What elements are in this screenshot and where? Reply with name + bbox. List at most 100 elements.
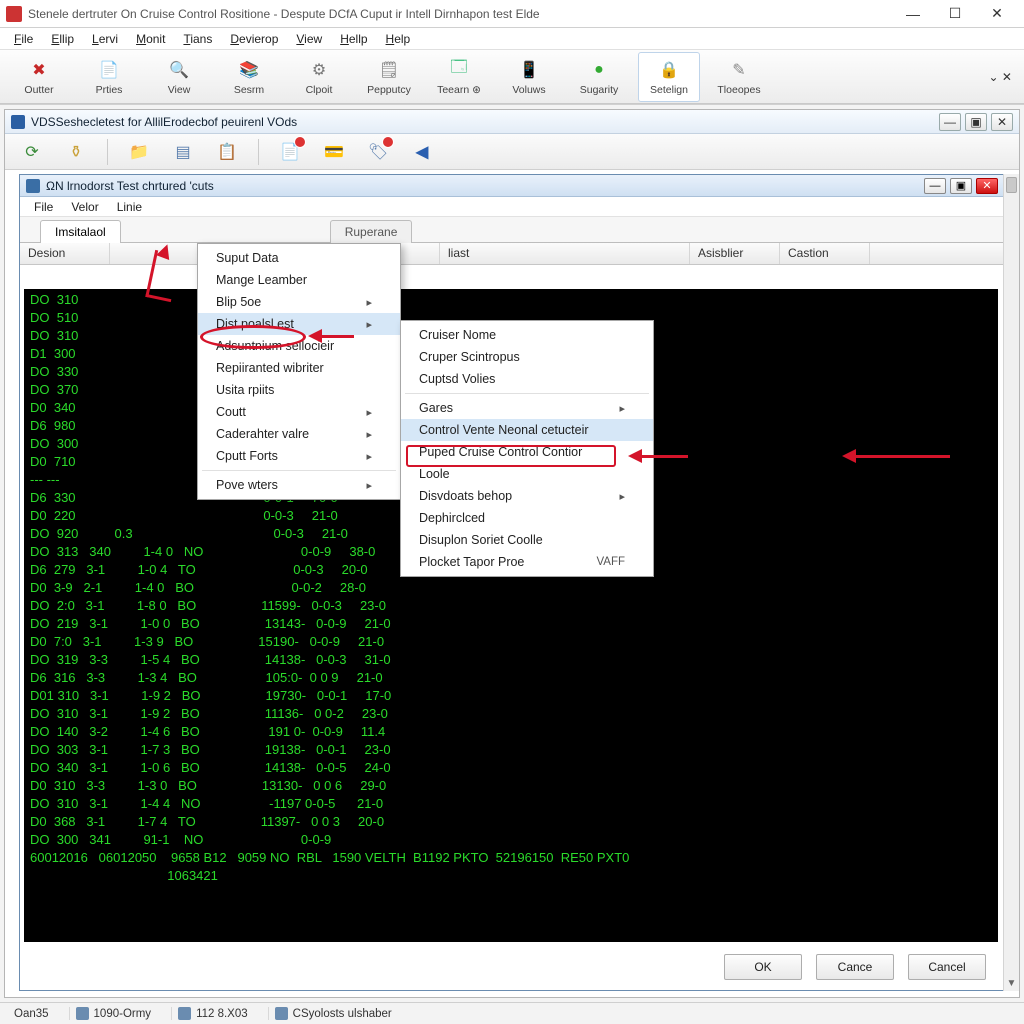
terminal-row: DO 310 3-1 1-9 2 BO 11136- 0 0-2 23-0: [30, 705, 992, 723]
teearn-icon: 🗔: [447, 58, 471, 82]
cancel-button[interactable]: Cance: [816, 954, 894, 980]
toolbar-collapse[interactable]: ⌄ ✕: [985, 68, 1016, 86]
toolbar-view[interactable]: 🔍View: [148, 52, 210, 102]
list-icon[interactable]: ▤: [170, 139, 196, 165]
mdi-close-button[interactable]: ✕: [991, 113, 1013, 131]
menu-item-control-vente-neonal-cetucteir[interactable]: Control Vente Neonal cetucteir: [401, 419, 653, 441]
doc-menu-velor[interactable]: Velor: [63, 199, 106, 215]
tab-row: Imsitalaol Ruperane: [20, 217, 1004, 243]
menu-item-label: Adsuntnium sellocieir: [216, 339, 334, 353]
status-icon: [178, 1007, 191, 1020]
column-Desion[interactable]: Desion: [20, 243, 110, 264]
toolbar-voluws[interactable]: 📱Voluws: [498, 52, 560, 102]
doc-menu-file[interactable]: File: [26, 199, 61, 215]
document-window: ΩN lrnodorst Test chrtured 'cuts — ▣ ✕ F…: [19, 174, 1005, 991]
menu-item-loole[interactable]: Loole: [401, 463, 653, 485]
maximize-button[interactable]: ☐: [934, 1, 976, 27]
menu-item-mange-leamber[interactable]: Mange Leamber: [198, 269, 400, 291]
menu-devierop[interactable]: Devierop: [222, 30, 286, 48]
vertical-scrollbar[interactable]: ▲ ▼: [1003, 174, 1019, 991]
toolbar-separator: [258, 139, 259, 165]
toolbar-tloeopes[interactable]: ✎Tloeopes: [708, 52, 770, 102]
mdi-maximize-button[interactable]: ▣: [965, 113, 987, 131]
menu-item-cputt-forts[interactable]: Cputt Forts: [198, 445, 400, 467]
menu-item-disvdoats-behop[interactable]: Disvdoats behop: [401, 485, 653, 507]
menu-item-disuplon-soriet-coolle[interactable]: Disuplon Soriet Coolle: [401, 529, 653, 551]
column-Asisblier[interactable]: Asisblier: [690, 243, 780, 264]
doc-close-button[interactable]: ✕: [976, 178, 998, 194]
menu-item-label: Disvdoats behop: [419, 489, 512, 503]
context-menu-2[interactable]: Cruiser NomeCruper ScintropusCuptsd Voli…: [400, 320, 654, 577]
close-button[interactable]: ✕: [976, 1, 1018, 27]
menu-item-blip--oe[interactable]: Blip 5oe: [198, 291, 400, 313]
doc-menu-linie[interactable]: Linie: [109, 199, 150, 215]
menu-item-dist-poalsl-est[interactable]: Dist poalsl est: [198, 313, 400, 335]
toolbar-label: View: [168, 84, 191, 96]
menu-item-cuptsd-volies[interactable]: Cuptsd Volies: [401, 368, 653, 390]
menu-item-coutt[interactable]: Coutt: [198, 401, 400, 423]
toolbar-outter[interactable]: ✖Outter: [8, 52, 70, 102]
scroll-down-icon[interactable]: ▼: [1004, 975, 1019, 991]
tab-ruperane[interactable]: Ruperane: [330, 220, 413, 243]
toolbar-label: Tloeopes: [717, 84, 760, 96]
menu-item-gares[interactable]: Gares: [401, 397, 653, 419]
menu-item-repiiranted-wibriter[interactable]: Repiiranted wibriter: [198, 357, 400, 379]
menu-item-label: Plocket Tapor Proe: [419, 555, 524, 569]
menu-item-plocket-tapor-proe[interactable]: Plocket Tapor ProeVAFF: [401, 551, 653, 573]
toolbar-label: Clpoit: [306, 84, 333, 96]
menu-item-label: Usita rpiits: [216, 383, 274, 397]
menu-help[interactable]: Help: [378, 30, 419, 48]
menu-separator: [405, 393, 649, 394]
doc-maximize-button[interactable]: ▣: [950, 178, 972, 194]
toolbar-setelign[interactable]: 🔒Setelign: [638, 52, 700, 102]
menu-item-dephirclced[interactable]: Dephirclced: [401, 507, 653, 529]
toolbar-prties[interactable]: 📄Prties: [78, 52, 140, 102]
minimize-button[interactable]: —: [892, 1, 934, 27]
toolbar-sesrm[interactable]: 📚Sesrm: [218, 52, 280, 102]
card-icon[interactable]: 💳: [321, 139, 347, 165]
menu-item-label: Puped Cruise Control Contior: [419, 445, 582, 459]
menu-item-cruper-scintropus[interactable]: Cruper Scintropus: [401, 346, 653, 368]
toolbar-clpoit[interactable]: ⚙Clpoit: [288, 52, 350, 102]
terminal-row: DO 310 3-1 1-4 4 NO -1197 0-0-5 21-0: [30, 795, 992, 813]
filter-icon[interactable]: ⚱: [63, 139, 89, 165]
menu-hellp[interactable]: Hellp: [332, 30, 375, 48]
menu-item-pove-wters[interactable]: Pove wters: [198, 474, 400, 496]
refresh-icon[interactable]: ⟳: [19, 139, 45, 165]
menu-view[interactable]: View: [288, 30, 330, 48]
toolbar-pepputcy[interactable]: 🗒Pepputcy: [358, 52, 420, 102]
outer-toolbar: ✖Outter📄Prties🔍View📚Sesrm⚙Clpoit🗒Pepputc…: [0, 50, 1024, 104]
document-badge-icon[interactable]: 📄: [277, 139, 303, 165]
dialog-buttons: OK Cance Cancel: [724, 954, 986, 980]
tag-badge-icon[interactable]: 🏷: [365, 139, 391, 165]
menu-item-cruiser-nome[interactable]: Cruiser Nome: [401, 324, 653, 346]
menu-file[interactable]: File: [6, 30, 41, 48]
cancel-button-2[interactable]: Cancel: [908, 954, 986, 980]
mdi-title: VDSSeshecletest for AllilErodecbof peuir…: [31, 115, 933, 129]
menu-lervi[interactable]: Lervi: [84, 30, 126, 48]
clipboard-icon[interactable]: 📋: [214, 139, 240, 165]
toolbar-sugarity[interactable]: ●Sugarity: [568, 52, 630, 102]
back-arrow-icon[interactable]: ◀: [409, 139, 435, 165]
context-menu-1[interactable]: Suput DataMange LeamberBlip 5oeDist poal…: [197, 243, 401, 500]
menu-item-adsuntnium-sellocieir[interactable]: Adsuntnium sellocieir: [198, 335, 400, 357]
toolbar-label: Sugarity: [580, 84, 619, 96]
menu-item-suput-data[interactable]: Suput Data: [198, 247, 400, 269]
menu-item-puped-cruise-control-contior[interactable]: Puped Cruise Control Contior: [401, 441, 653, 463]
column-liast[interactable]: liast: [440, 243, 690, 264]
folder-icon[interactable]: 📁: [126, 139, 152, 165]
terminal-row: 60012016 06012050 9658 B12 9059 NO RBL 1…: [30, 849, 992, 867]
toolbar-teearn[interactable]: 🗔Teearn ⊛: [428, 52, 490, 102]
table-header: Desion liastAsisblierCastion: [20, 243, 1004, 265]
menu-monit[interactable]: Monit: [128, 30, 173, 48]
menu-item-usita-rpiits[interactable]: Usita rpiits: [198, 379, 400, 401]
menu-ellip[interactable]: Ellip: [43, 30, 82, 48]
tab-imsitalaol[interactable]: Imsitalaol: [40, 220, 121, 243]
menu-item-caderahter-valre[interactable]: Caderahter valre: [198, 423, 400, 445]
ok-button[interactable]: OK: [724, 954, 802, 980]
menu-tians[interactable]: Tians: [175, 30, 220, 48]
column-Castion[interactable]: Castion: [780, 243, 870, 264]
scroll-thumb[interactable]: [1006, 177, 1017, 193]
mdi-minimize-button[interactable]: —: [939, 113, 961, 131]
doc-minimize-button[interactable]: —: [924, 178, 946, 194]
